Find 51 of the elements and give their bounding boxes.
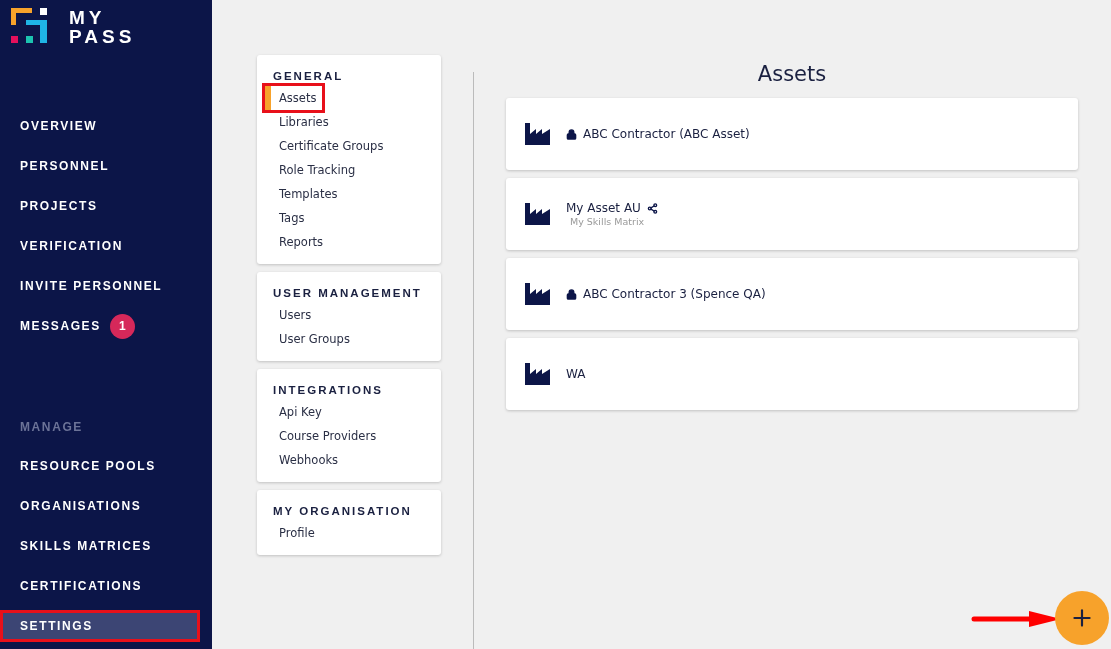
nav-item[interactable]: OVERVIEW xyxy=(0,106,200,146)
menu-heading: GENERAL xyxy=(273,70,345,82)
menu-item[interactable]: Course Providers xyxy=(265,424,383,448)
message-count-badge: 1 xyxy=(109,313,135,339)
menu-item[interactable]: Webhooks xyxy=(265,448,345,472)
menu-item[interactable]: Certificate Groups xyxy=(265,134,390,158)
factory-icon xyxy=(525,283,550,305)
nav-item[interactable]: PROJECTS xyxy=(0,186,200,226)
lock-icon xyxy=(566,288,577,300)
menu-heading: USER MANAGEMENT xyxy=(273,287,423,299)
asset-card[interactable]: My Asset AU My Skills Matrix xyxy=(506,178,1078,250)
page-title: Assets xyxy=(756,61,828,88)
factory-icon xyxy=(525,363,550,385)
nav-item[interactable]: MESSAGES 1 xyxy=(0,306,200,346)
logo-icon xyxy=(11,8,49,44)
nav-item[interactable]: VERIFICATION xyxy=(0,226,200,266)
factory-icon xyxy=(525,123,550,145)
asset-card[interactable]: ABC Contractor 3 (Spence QA) xyxy=(506,258,1078,330)
nav-item[interactable]: RESOURCE POOLS xyxy=(0,446,200,486)
nav-item[interactable]: SKILLS MATRICES xyxy=(0,526,200,566)
menu-heading: MY ORGANISATION xyxy=(273,505,413,517)
menu-item[interactable]: Assets xyxy=(265,86,323,110)
section-heading: MANAGE xyxy=(19,419,84,436)
brand-name: MY PASS xyxy=(69,8,136,46)
asset-card[interactable]: WA xyxy=(506,338,1078,410)
add-button[interactable] xyxy=(1055,591,1109,645)
asset-name: ABC Contractor 3 (Spence QA) xyxy=(583,287,766,301)
menu-item[interactable]: Api Key xyxy=(265,400,328,424)
nav-item[interactable]: CERTIFICATIONS xyxy=(0,566,200,606)
menu-heading: INTEGRATIONS xyxy=(273,384,385,396)
lock-icon xyxy=(566,128,577,140)
nav-item[interactable]: PERSONNEL xyxy=(0,146,200,186)
asset-name: WA xyxy=(566,367,586,381)
menu-item[interactable]: User Groups xyxy=(265,327,356,351)
asset-subtitle: My Skills Matrix xyxy=(569,216,646,227)
menu-item[interactable]: Templates xyxy=(265,182,344,206)
asset-name: ABC Contractor (ABC Asset) xyxy=(583,127,750,141)
factory-icon xyxy=(525,203,550,225)
nav-item[interactable]: SETTINGS xyxy=(0,610,200,642)
asset-card[interactable]: ABC Contractor (ABC Asset) xyxy=(506,98,1078,170)
asset-name: My Asset AU xyxy=(566,201,641,215)
menu-item[interactable]: Users xyxy=(265,303,318,327)
menu-item[interactable]: Tags xyxy=(265,206,311,230)
menu-item[interactable]: Libraries xyxy=(265,110,335,134)
nav-item[interactable]: ORGANISATIONS xyxy=(0,486,200,526)
nav-label: MESSAGES xyxy=(20,319,101,333)
share-icon xyxy=(646,202,658,214)
menu-item[interactable]: Role Tracking xyxy=(265,158,362,182)
menu-item[interactable]: Profile xyxy=(265,521,321,545)
nav-item[interactable]: INVITE PERSONNEL xyxy=(0,266,200,306)
menu-item[interactable]: Reports xyxy=(265,230,330,254)
